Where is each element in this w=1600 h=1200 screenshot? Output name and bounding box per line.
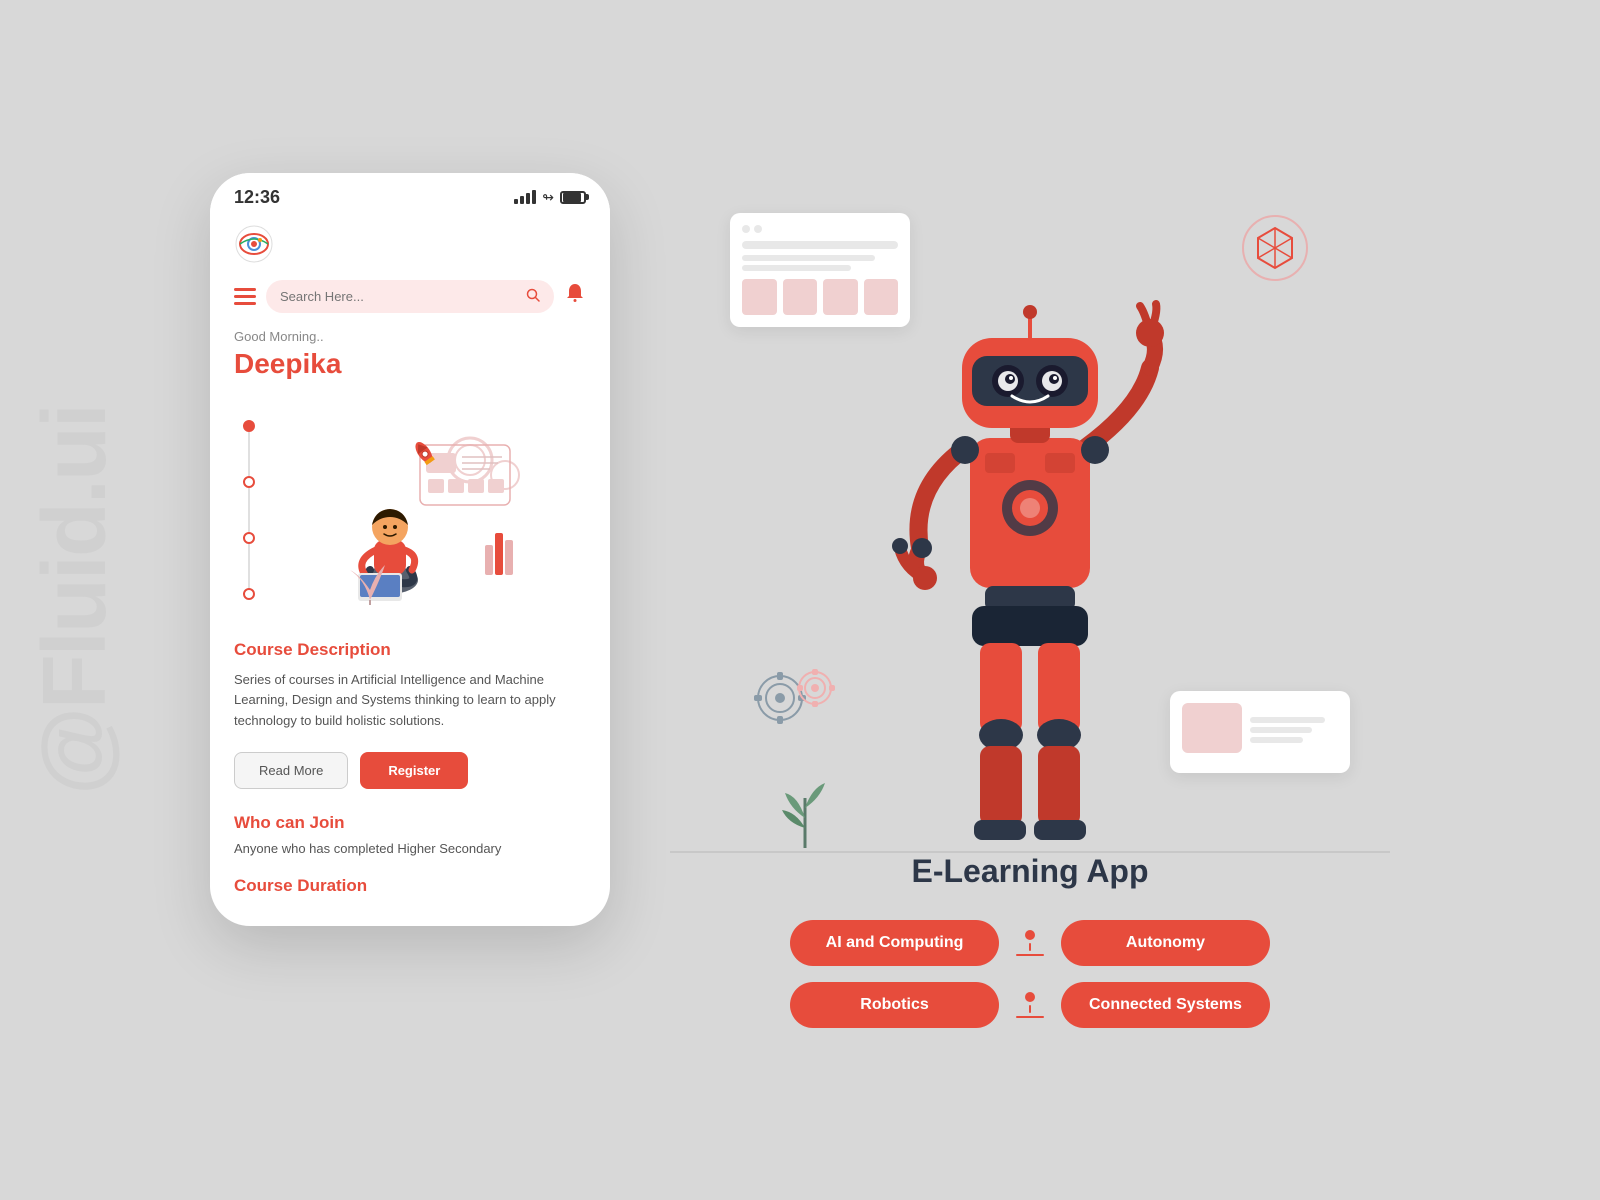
course-description-title: Course Description	[234, 640, 586, 660]
timeline-dot-1	[243, 420, 255, 432]
gear-icons	[750, 658, 840, 733]
signal-icon	[514, 190, 536, 204]
tag-connected-systems[interactable]: Connected Systems	[1061, 982, 1270, 1028]
phone-header	[210, 216, 610, 276]
search-input[interactable]	[280, 289, 518, 304]
search-icon	[526, 288, 540, 305]
timeline-dot-4	[243, 588, 255, 600]
hamburger-menu[interactable]	[234, 288, 256, 305]
category-tags-grid: AI and Computing Autonomy Robotics Conne…	[790, 920, 1270, 1028]
greeting-text: Good Morning..	[234, 329, 586, 344]
app-logo	[234, 224, 274, 264]
phone-time: 12:36	[234, 187, 280, 208]
robot-scene	[670, 173, 1390, 853]
user-name: Deepika	[234, 348, 586, 380]
plant-icon	[770, 768, 840, 853]
tag-ai-computing[interactable]: AI and Computing	[790, 920, 999, 966]
status-icons: ↬	[514, 189, 586, 206]
main-container: 12:36 ↬	[210, 173, 1390, 1028]
course-duration-title: Course Duration	[234, 876, 586, 896]
tag-autonomy[interactable]: Autonomy	[1061, 920, 1270, 966]
cta-buttons: Read More Register	[234, 752, 586, 789]
tag-robotics[interactable]: Robotics	[790, 982, 999, 1028]
who-join-title: Who can Join	[234, 813, 586, 833]
ui-card-bottom-right	[1170, 691, 1350, 773]
search-wrapper[interactable]	[266, 280, 554, 313]
notification-bell-icon[interactable]	[564, 282, 586, 310]
timeline-dot-2	[243, 476, 255, 488]
battery-icon	[560, 191, 586, 204]
course-hero-section	[234, 400, 586, 620]
who-join-body: Anyone who has completed Higher Secondar…	[234, 841, 586, 856]
phone-content: Good Morning.. Deepika	[210, 329, 610, 896]
watermark-text: @Fluid.ui	[30, 405, 120, 795]
connector-2	[1015, 992, 1045, 1018]
search-bar	[210, 276, 610, 329]
status-bar: 12:36 ↬	[210, 173, 610, 216]
cube-icon	[1240, 213, 1310, 283]
wifi-icon: ↬	[542, 189, 554, 206]
register-button[interactable]: Register	[360, 752, 468, 789]
course-description-body: Series of courses in Artificial Intellig…	[234, 670, 586, 732]
hero-illustration	[260, 410, 560, 610]
timeline-dot-3	[243, 532, 255, 544]
connector-1	[1015, 930, 1045, 956]
right-panel: E-Learning App AI and Computing Autonomy…	[670, 173, 1390, 1028]
phone-mockup: 12:36 ↬	[210, 173, 610, 926]
robot-illustration	[890, 268, 1170, 853]
ui-card-top-left	[730, 213, 910, 327]
elearning-app-title: E-Learning App	[911, 853, 1148, 890]
read-more-button[interactable]: Read More	[234, 752, 348, 789]
